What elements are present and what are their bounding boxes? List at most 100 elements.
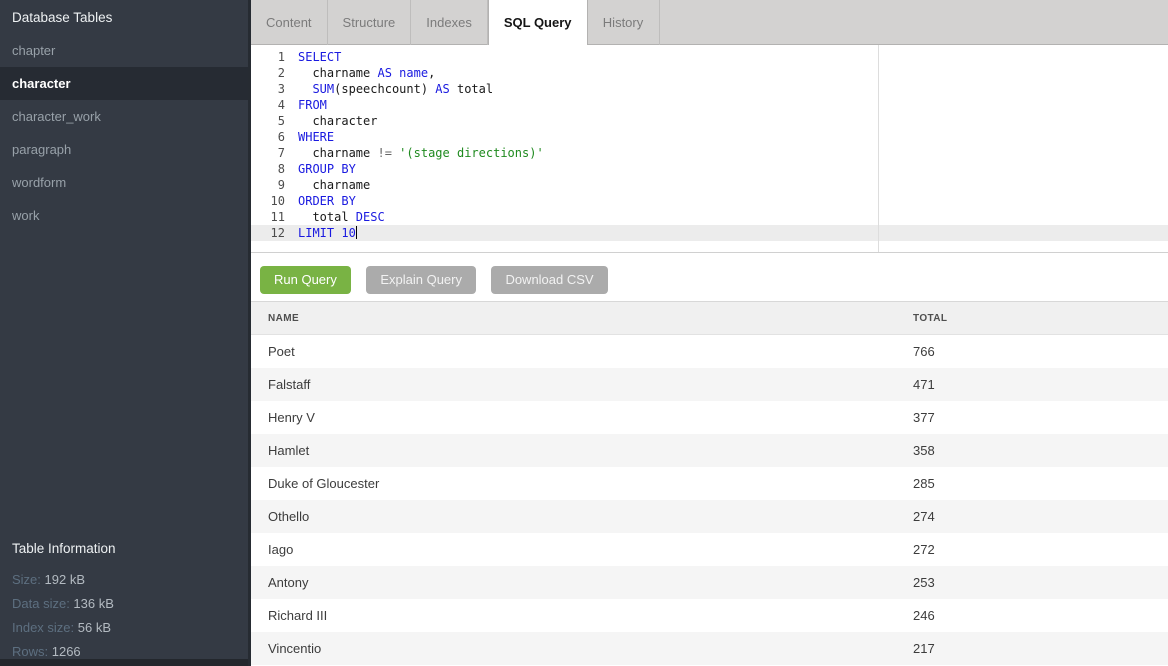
editor-line: 8 GROUP BY: [251, 161, 1168, 177]
sql-token: DESC: [356, 210, 385, 224]
sidebar-item-chapter[interactable]: chapter: [0, 34, 248, 67]
table-row[interactable]: Henry V377: [251, 401, 1168, 434]
code-text: charname != '(stage directions)': [294, 145, 1168, 161]
editor-line: 10 ORDER BY: [251, 193, 1168, 209]
table-info-label: Rows:: [12, 644, 52, 659]
sql-token: SUM: [312, 82, 334, 96]
sidebar-item-character[interactable]: character: [0, 67, 248, 100]
editor-line: 1 SELECT: [251, 49, 1168, 65]
cell-name: Hamlet: [251, 434, 913, 467]
table-row[interactable]: Antony253: [251, 566, 1168, 599]
sql-token: SELECT: [298, 50, 341, 64]
sql-token: total: [450, 82, 493, 96]
cell-name: Poet: [251, 335, 913, 368]
table-info-label: Data size:: [12, 596, 73, 611]
sql-token: WHERE: [298, 130, 334, 144]
cell-name: Antony: [251, 566, 913, 599]
cell-total: 766: [913, 335, 1168, 368]
line-number: 12: [251, 225, 294, 241]
line-number: 4: [251, 97, 294, 113]
sql-token: AS: [377, 66, 391, 80]
table-info-label: Size:: [12, 572, 45, 587]
explain-query-button[interactable]: Explain Query: [366, 266, 476, 294]
line-number: 5: [251, 113, 294, 129]
editor-lines: 1SELECT2 charname AS name,3 SUM(speechco…: [251, 45, 1168, 241]
cell-total: 377: [913, 401, 1168, 434]
editor-line: 9 charname: [251, 177, 1168, 193]
code-text: WHERE: [294, 129, 1168, 145]
line-number: 8: [251, 161, 294, 177]
line-number: 1: [251, 49, 294, 65]
tab-history[interactable]: History: [588, 0, 660, 45]
sql-token: !=: [377, 146, 391, 160]
table-row[interactable]: Duke of Gloucester285: [251, 467, 1168, 500]
code-text: LIMIT 10: [294, 225, 1168, 241]
code-text: ORDER BY: [294, 193, 1168, 209]
sql-token: ORDER BY: [298, 194, 356, 208]
cell-total: 272: [913, 533, 1168, 566]
line-number: 10: [251, 193, 294, 209]
tab-structure[interactable]: Structure: [328, 0, 412, 45]
table-information-title: Table Information: [12, 540, 236, 558]
table-list: chaptercharactercharacter_workparagraphw…: [0, 34, 248, 232]
cell-name: Duke of Gloucester: [251, 467, 913, 500]
tab-sql-query[interactable]: SQL Query: [488, 0, 588, 46]
text-cursor: [356, 226, 357, 239]
table-row[interactable]: Richard III246: [251, 599, 1168, 632]
table-row[interactable]: Falstaff471: [251, 368, 1168, 401]
table-info-row: Index size: 56 kB: [12, 616, 236, 640]
sql-token: charname: [298, 178, 370, 192]
cell-total: 217: [913, 632, 1168, 665]
table-row[interactable]: Othello274: [251, 500, 1168, 533]
editor-line: 6WHERE: [251, 129, 1168, 145]
sql-token: '(stage directions)': [399, 146, 544, 160]
tab-indexes[interactable]: Indexes: [411, 0, 488, 45]
sql-token: (speechcount): [334, 82, 435, 96]
cell-name: Iago: [251, 533, 913, 566]
tab-content[interactable]: Content: [251, 0, 328, 45]
cell-total: 253: [913, 566, 1168, 599]
sidebar-item-work[interactable]: work: [0, 199, 248, 232]
code-text: GROUP BY: [294, 161, 1168, 177]
code-text: SUM(speechcount) AS total: [294, 81, 1168, 97]
sql-token: LIMIT: [298, 226, 334, 240]
cell-total: 246: [913, 599, 1168, 632]
table-row[interactable]: Hamlet358: [251, 434, 1168, 467]
table-information-panel: Table Information Size: 192 kBData size:…: [0, 540, 248, 664]
column-header-name[interactable]: NAME: [251, 302, 913, 334]
column-header-total[interactable]: TOTAL: [913, 302, 1168, 334]
main-panel: ContentStructureIndexesSQL QueryHistory …: [248, 0, 1168, 666]
tab-bar: ContentStructureIndexesSQL QueryHistory: [251, 0, 1168, 45]
sql-editor[interactable]: 1SELECT2 charname AS name,3 SUM(speechco…: [251, 45, 1168, 253]
table-row[interactable]: Vincentio217: [251, 632, 1168, 665]
sql-token: name: [399, 66, 428, 80]
download-csv-button[interactable]: Download CSV: [491, 266, 607, 294]
sidebar-item-wordform[interactable]: wordform: [0, 166, 248, 199]
sql-token: character: [298, 114, 377, 128]
table-info-label: Index size:: [12, 620, 78, 635]
table-info-value: 56 kB: [78, 620, 111, 635]
sql-token: [298, 82, 312, 96]
sql-token: FROM: [298, 98, 327, 112]
line-number: 9: [251, 177, 294, 193]
editor-line: 4 FROM: [251, 97, 1168, 113]
cell-total: 471: [913, 368, 1168, 401]
sidebar-item-character_work[interactable]: character_work: [0, 100, 248, 133]
editor-line: 7 charname != '(stage directions)': [251, 145, 1168, 161]
table-information-list: Size: 192 kBData size: 136 kBIndex size:…: [12, 568, 236, 664]
sql-token: GROUP BY: [298, 162, 356, 176]
line-number: 11: [251, 209, 294, 225]
editor-line: 11 total DESC: [251, 209, 1168, 225]
sidebar-item-paragraph[interactable]: paragraph: [0, 133, 248, 166]
sidebar-footer-bar: [0, 659, 248, 666]
table-row[interactable]: Iago272: [251, 533, 1168, 566]
run-query-button[interactable]: Run Query: [260, 266, 351, 294]
editor-pane-divider[interactable]: [878, 45, 879, 252]
code-text: FROM: [294, 97, 1168, 113]
table-row[interactable]: Poet766: [251, 335, 1168, 368]
query-actions: Run Query Explain Query Download CSV: [251, 253, 1168, 301]
cell-name: Falstaff: [251, 368, 913, 401]
editor-line: 12LIMIT 10: [251, 225, 1168, 241]
editor-line: 3 SUM(speechcount) AS total: [251, 81, 1168, 97]
table-info-value: 136 kB: [73, 596, 113, 611]
